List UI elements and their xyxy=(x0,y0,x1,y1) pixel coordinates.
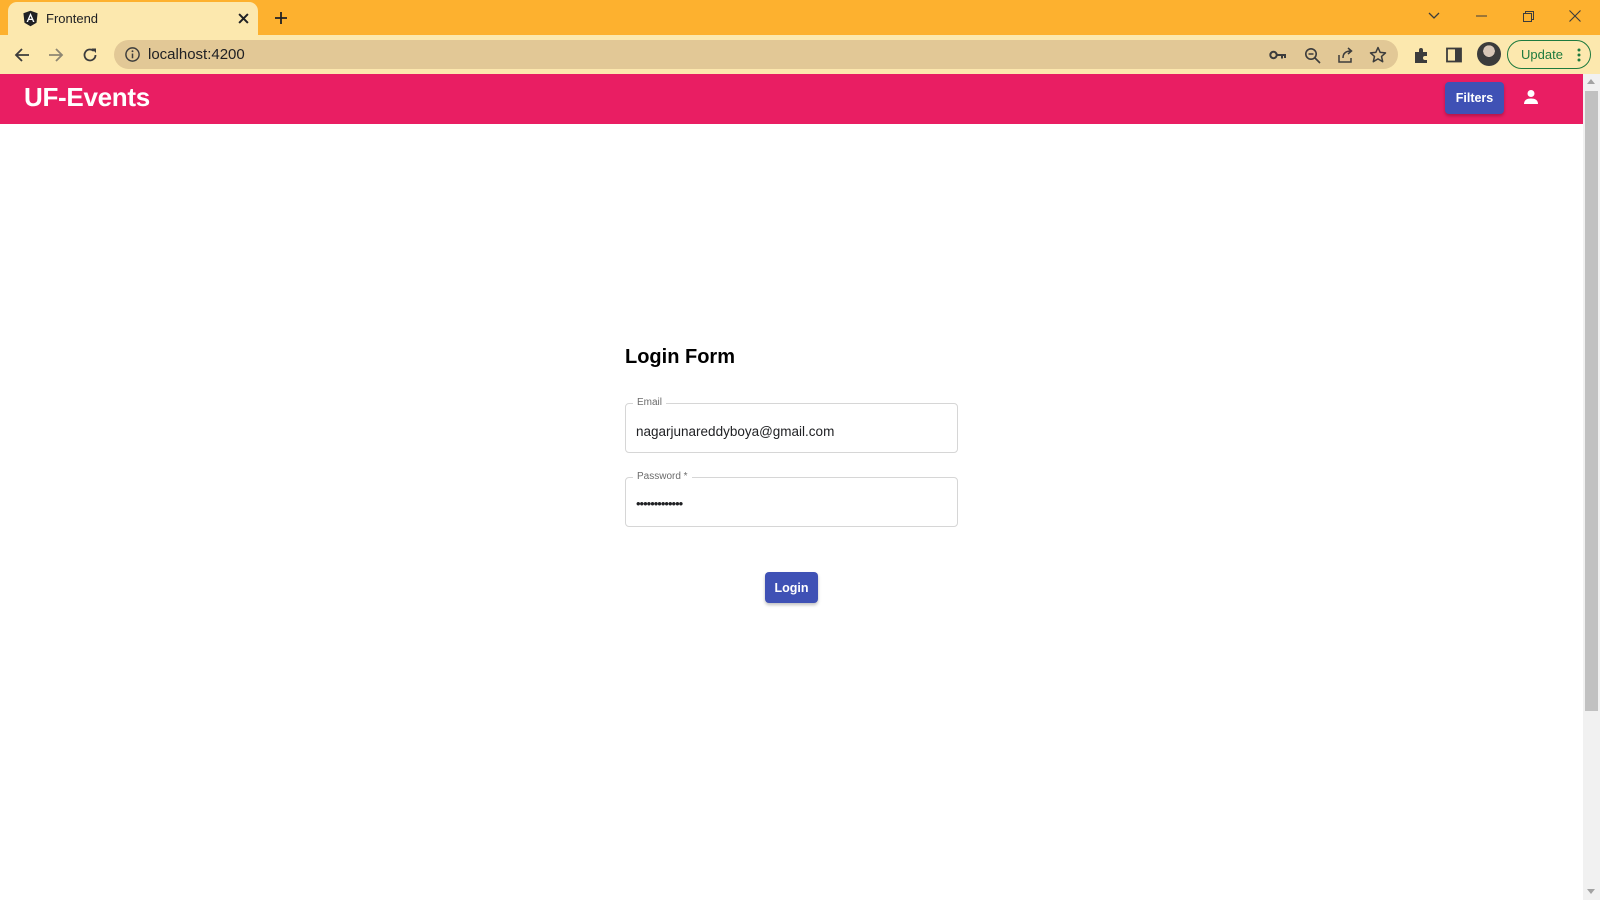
site-info-icon[interactable] xyxy=(124,46,141,63)
browser-tab-strip: Frontend xyxy=(0,0,1600,35)
login-button[interactable]: Login xyxy=(765,572,818,603)
forward-arrow-icon[interactable] xyxy=(44,43,68,67)
side-panel-icon[interactable] xyxy=(1443,44,1465,66)
password-key-icon[interactable] xyxy=(1268,45,1288,65)
new-tab-plus-icon[interactable] xyxy=(271,8,291,28)
update-label: Update xyxy=(1521,47,1563,62)
minimize-icon[interactable] xyxy=(1466,5,1496,27)
browser-toolbar: localhost:4200 Update xyxy=(0,35,1600,74)
close-window-icon[interactable] xyxy=(1560,5,1590,27)
email-field[interactable]: Email nagarjunareddyboya@gmail.com xyxy=(625,397,958,453)
url-text: localhost:4200 xyxy=(148,46,245,63)
update-button[interactable]: Update xyxy=(1507,40,1591,69)
tab-title: Frontend xyxy=(46,11,99,26)
login-form-title: Login Form xyxy=(625,346,735,368)
back-arrow-icon[interactable] xyxy=(10,43,34,67)
restore-icon[interactable] xyxy=(1513,5,1543,27)
profile-avatar[interactable] xyxy=(1477,42,1501,66)
page-scrollbar[interactable] xyxy=(1583,74,1600,900)
zoom-out-icon[interactable] xyxy=(1302,45,1322,65)
scroll-down-arrow-icon[interactable] xyxy=(1587,889,1595,894)
share-icon[interactable] xyxy=(1335,45,1355,65)
email-value[interactable]: nagarjunareddyboya@gmail.com xyxy=(636,424,834,439)
tab-search-chevron-icon[interactable] xyxy=(1419,5,1449,27)
app-toolbar: UF-Events Filters xyxy=(0,74,1583,124)
address-bar[interactable]: localhost:4200 xyxy=(114,40,1398,69)
tab-close-icon[interactable] xyxy=(234,9,252,27)
extensions-puzzle-icon[interactable] xyxy=(1410,44,1432,66)
password-label: Password * xyxy=(633,471,692,483)
app-title[interactable]: UF-Events xyxy=(24,82,150,113)
password-value[interactable]: ••••••••••••• xyxy=(636,496,683,511)
email-label: Email xyxy=(633,397,667,409)
filters-button[interactable]: Filters xyxy=(1445,82,1504,114)
page-content: UF-Events Filters Login Form Email nagar… xyxy=(0,74,1583,900)
password-field[interactable]: Password * ••••••••••••• xyxy=(625,471,958,527)
reload-icon[interactable] xyxy=(78,43,102,67)
person-icon[interactable] xyxy=(1519,85,1543,109)
bookmark-star-icon[interactable] xyxy=(1368,45,1388,65)
more-vert-icon xyxy=(1577,48,1581,62)
scroll-up-arrow-icon[interactable] xyxy=(1587,79,1595,84)
scroll-thumb[interactable] xyxy=(1585,91,1598,711)
angular-logo-icon xyxy=(23,10,38,27)
browser-tab[interactable]: Frontend xyxy=(8,2,258,35)
